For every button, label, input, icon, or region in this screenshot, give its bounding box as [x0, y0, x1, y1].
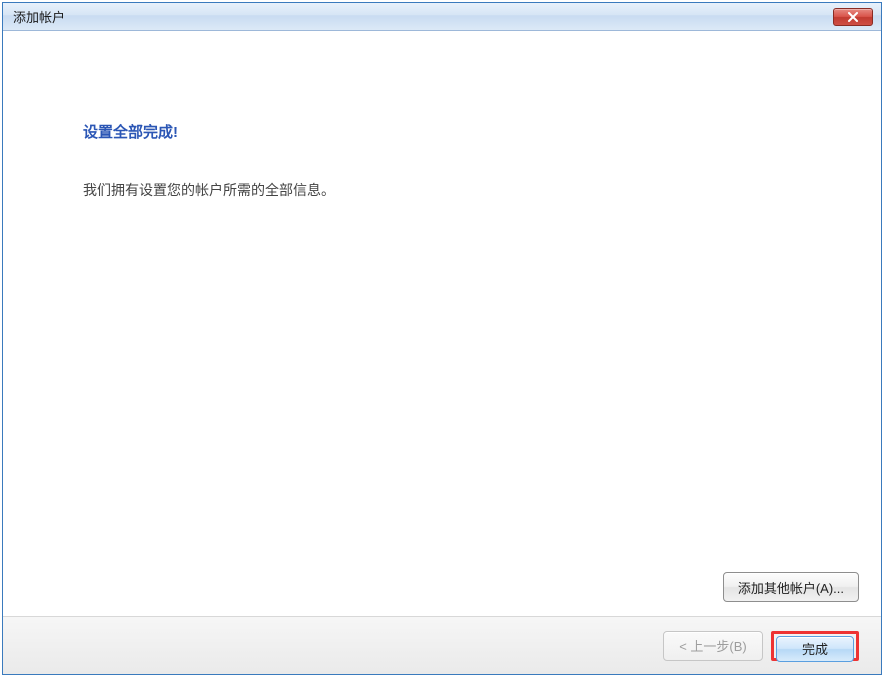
close-icon: [847, 12, 859, 22]
close-button[interactable]: [833, 8, 873, 26]
setup-complete-body: 我们拥有设置您的帐户所需的全部信息。: [83, 180, 821, 201]
back-button: < 上一步(B): [663, 631, 763, 661]
add-other-account-button[interactable]: 添加其他帐户(A)...: [723, 572, 859, 602]
dialog-footer: < 上一步(B) 完成: [3, 616, 881, 674]
setup-complete-heading: 设置全部完成!: [83, 121, 821, 142]
add-account-dialog: 添加帐户 设置全部完成! 我们拥有设置您的帐户所需的全部信息。 添加其他帐户(A…: [2, 2, 882, 675]
add-other-row: 添加其他帐户(A)...: [723, 572, 859, 602]
window-title: 添加帐户: [13, 7, 833, 26]
content-area: 设置全部完成! 我们拥有设置您的帐户所需的全部信息。 添加其他帐户(A)...: [3, 31, 881, 616]
titlebar: 添加帐户: [3, 3, 881, 31]
finish-highlight: 完成: [771, 631, 859, 661]
finish-button[interactable]: 完成: [776, 636, 854, 662]
